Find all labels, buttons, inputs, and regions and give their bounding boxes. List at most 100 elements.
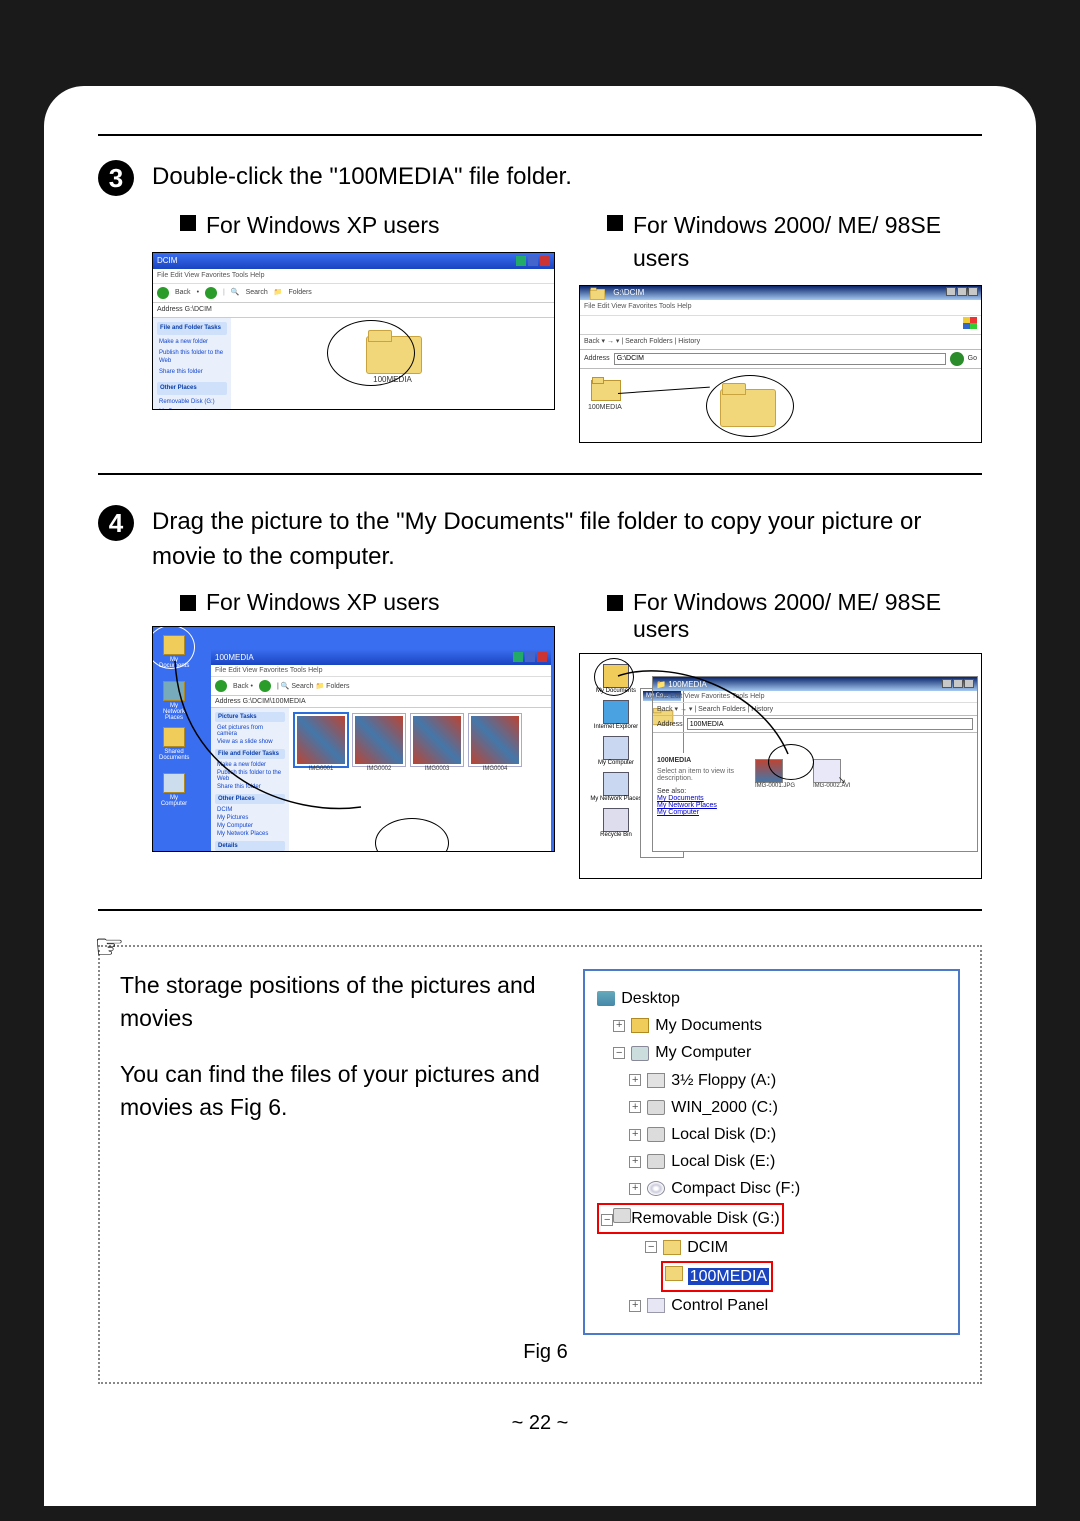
sidebar-hdr: Picture Tasks [215, 712, 285, 722]
folder-icon [663, 1240, 681, 1255]
bullet-icon [180, 215, 196, 231]
window-controls[interactable] [941, 679, 974, 690]
removable-disk-highlight: −Removable Disk (G:) [597, 1203, 783, 1234]
w2k-address-bar[interactable]: Address [653, 716, 977, 733]
w2k-menu[interactable]: File Edit View Favorites Tools Help [580, 300, 981, 315]
thumb-label: IMG0004 [469, 766, 521, 772]
desktop-icon[interactable]: Internet Explorer [586, 700, 646, 730]
thumbnail[interactable] [469, 714, 521, 766]
thumbnail-selected[interactable] [295, 714, 347, 766]
sidebar-link[interactable]: Make a new folder [215, 761, 285, 769]
top-rule [98, 134, 982, 136]
desktop-icon-mycomp[interactable]: My Computer [159, 773, 189, 807]
thumbnail[interactable] [411, 714, 463, 766]
sidebar-link[interactable]: View as a slide show [215, 738, 285, 746]
tree-label: DCIM [687, 1234, 728, 1261]
tree-label: WIN_2000 (C:) [671, 1094, 778, 1121]
fwd-icon[interactable] [259, 680, 271, 692]
w2k-users-label: For Windows 2000/ ME/ 98SE users [633, 209, 982, 276]
sidebar-link[interactable]: Get pictures from camera [215, 724, 285, 738]
w2k-toolbar[interactable]: Back ▾ → ▾ | Search Folders | History [653, 703, 977, 716]
cd-icon [647, 1181, 665, 1196]
expand-icon[interactable]: + [629, 1101, 641, 1113]
folders-icon[interactable]: 📁 [274, 288, 283, 298]
desktop-icon[interactable]: My Computer [586, 736, 646, 766]
thumbnail[interactable] [353, 714, 405, 766]
xp-sidebar: File and Folder Tasks Make a new folder … [153, 318, 231, 410]
xp-toolbar[interactable]: Back • | 🔍Search 📁Folders [153, 284, 554, 303]
screenshot-xp-dcim: DCIM File Edit View Favorites Tools Help… [152, 252, 555, 410]
xp-toolbar[interactable]: Back • | 🔍 Search 📁 Folders [211, 677, 551, 696]
desktop-icon[interactable]: Recycle Bin [586, 808, 646, 838]
desktop-icon[interactable]: My Network Places [586, 772, 646, 802]
expand-icon[interactable]: + [629, 1129, 641, 1141]
file-icon[interactable]: ↘ [813, 759, 841, 783]
mycomputer-icon [631, 1046, 649, 1061]
xp-address-bar[interactable]: Address G:\DCIM [153, 303, 554, 318]
sidebar-link[interactable]: Publish this folder to the Web [157, 348, 227, 367]
fwd-icon[interactable] [205, 287, 217, 299]
note-title: The storage positions of the pictures an… [120, 969, 553, 1036]
w2k-address-bar[interactable]: Address Go [580, 350, 981, 369]
expand-icon[interactable]: + [629, 1074, 641, 1086]
collapse-icon[interactable]: − [601, 1214, 613, 1226]
desktop-icon-label: Recycle Bin [586, 832, 646, 838]
folder-open-icon [665, 1266, 683, 1281]
tree-label: Desktop [621, 985, 680, 1012]
divider [98, 473, 982, 475]
collapse-icon[interactable]: − [645, 1241, 657, 1253]
window-controls[interactable] [945, 287, 978, 300]
back-icon[interactable] [157, 287, 169, 299]
expand-icon[interactable]: + [629, 1183, 641, 1195]
sidebar-link[interactable]: Publish this folder to the Web [215, 769, 285, 783]
thumb-label: IMG0002 [353, 766, 405, 772]
sidebar-link[interactable]: DCIM [215, 806, 285, 814]
folder-icon[interactable] [591, 377, 619, 399]
desktop-icon-shared[interactable]: Shared Documents [159, 727, 189, 761]
sidebar-link[interactable]: Removable Disk (G:) [157, 397, 227, 408]
w2k-toolbar[interactable]: Back ▾ → ▾ | Search Folders | History [580, 335, 981, 350]
figure-label: Fig 6 [523, 1341, 960, 1364]
addr-input[interactable] [614, 353, 946, 365]
sidebar-link[interactable]: My Pictures [215, 814, 285, 822]
step-4-icon: 4 [98, 505, 134, 541]
sidebar-link[interactable]: Make a new folder [157, 337, 227, 348]
window-controls[interactable] [513, 652, 547, 662]
xp-menu[interactable]: File Edit View Favorites Tools Help [153, 269, 554, 284]
sidebar-link[interactable]: My Network Places [215, 830, 285, 838]
step-4: 4 Drag the picture to the "My Documents"… [98, 505, 982, 575]
desktop-icon-network[interactable]: My Network Places [159, 681, 189, 721]
target-oval [594, 658, 634, 696]
w2k-main-pane[interactable]: 100MEDIA 100MEDIA [580, 369, 981, 444]
sidebar-link[interactable]: My Documents [157, 407, 227, 410]
desktop-icon-label: My Computer [159, 795, 189, 807]
expand-icon[interactable]: + [613, 1020, 625, 1032]
page: 3 Double-click the "100MEDIA" file folde… [44, 86, 1036, 1506]
window-controls[interactable] [516, 256, 550, 266]
expand-icon[interactable]: + [629, 1300, 641, 1312]
xp-address-bar[interactable]: Address G:\DCIM\100MEDIA [211, 696, 551, 708]
bullet-icon [607, 595, 623, 611]
xp-address-text: Address G:\DCIM\100MEDIA [215, 698, 306, 705]
sidebar-link[interactable]: My Computer [215, 822, 285, 830]
addr-input[interactable] [687, 718, 973, 730]
divider [98, 909, 982, 911]
xp-main-pane[interactable]: IMG0001 IMG0002 IMG0003 IMG0004 [289, 708, 551, 852]
left-link[interactable]: My Network Places [657, 802, 744, 809]
xp-menu[interactable]: File Edit View Favorites Tools Help [211, 665, 551, 677]
left-link[interactable]: My Computer [657, 809, 744, 816]
w2k-menu[interactable]: File Edit View Favorites Tools Help [653, 691, 977, 703]
desktop-icon-label: My Network Places [159, 703, 189, 721]
xp-main-pane[interactable]: 100MEDIA [231, 318, 554, 410]
left-link[interactable]: My Documents [657, 795, 744, 802]
thumb-label: IMG0001 [295, 766, 347, 772]
collapse-icon[interactable]: − [613, 1047, 625, 1059]
sidebar-link[interactable]: Share this folder [157, 367, 227, 378]
back-icon[interactable] [215, 680, 227, 692]
removable-disk-icon [613, 1208, 631, 1223]
expand-icon[interactable]: + [629, 1156, 641, 1168]
sidebar-link[interactable]: Share this folder [215, 783, 285, 791]
search-icon[interactable]: 🔍 [231, 288, 240, 298]
file-label: IMG-0001.JPG [755, 783, 795, 789]
go-icon[interactable] [950, 352, 964, 366]
